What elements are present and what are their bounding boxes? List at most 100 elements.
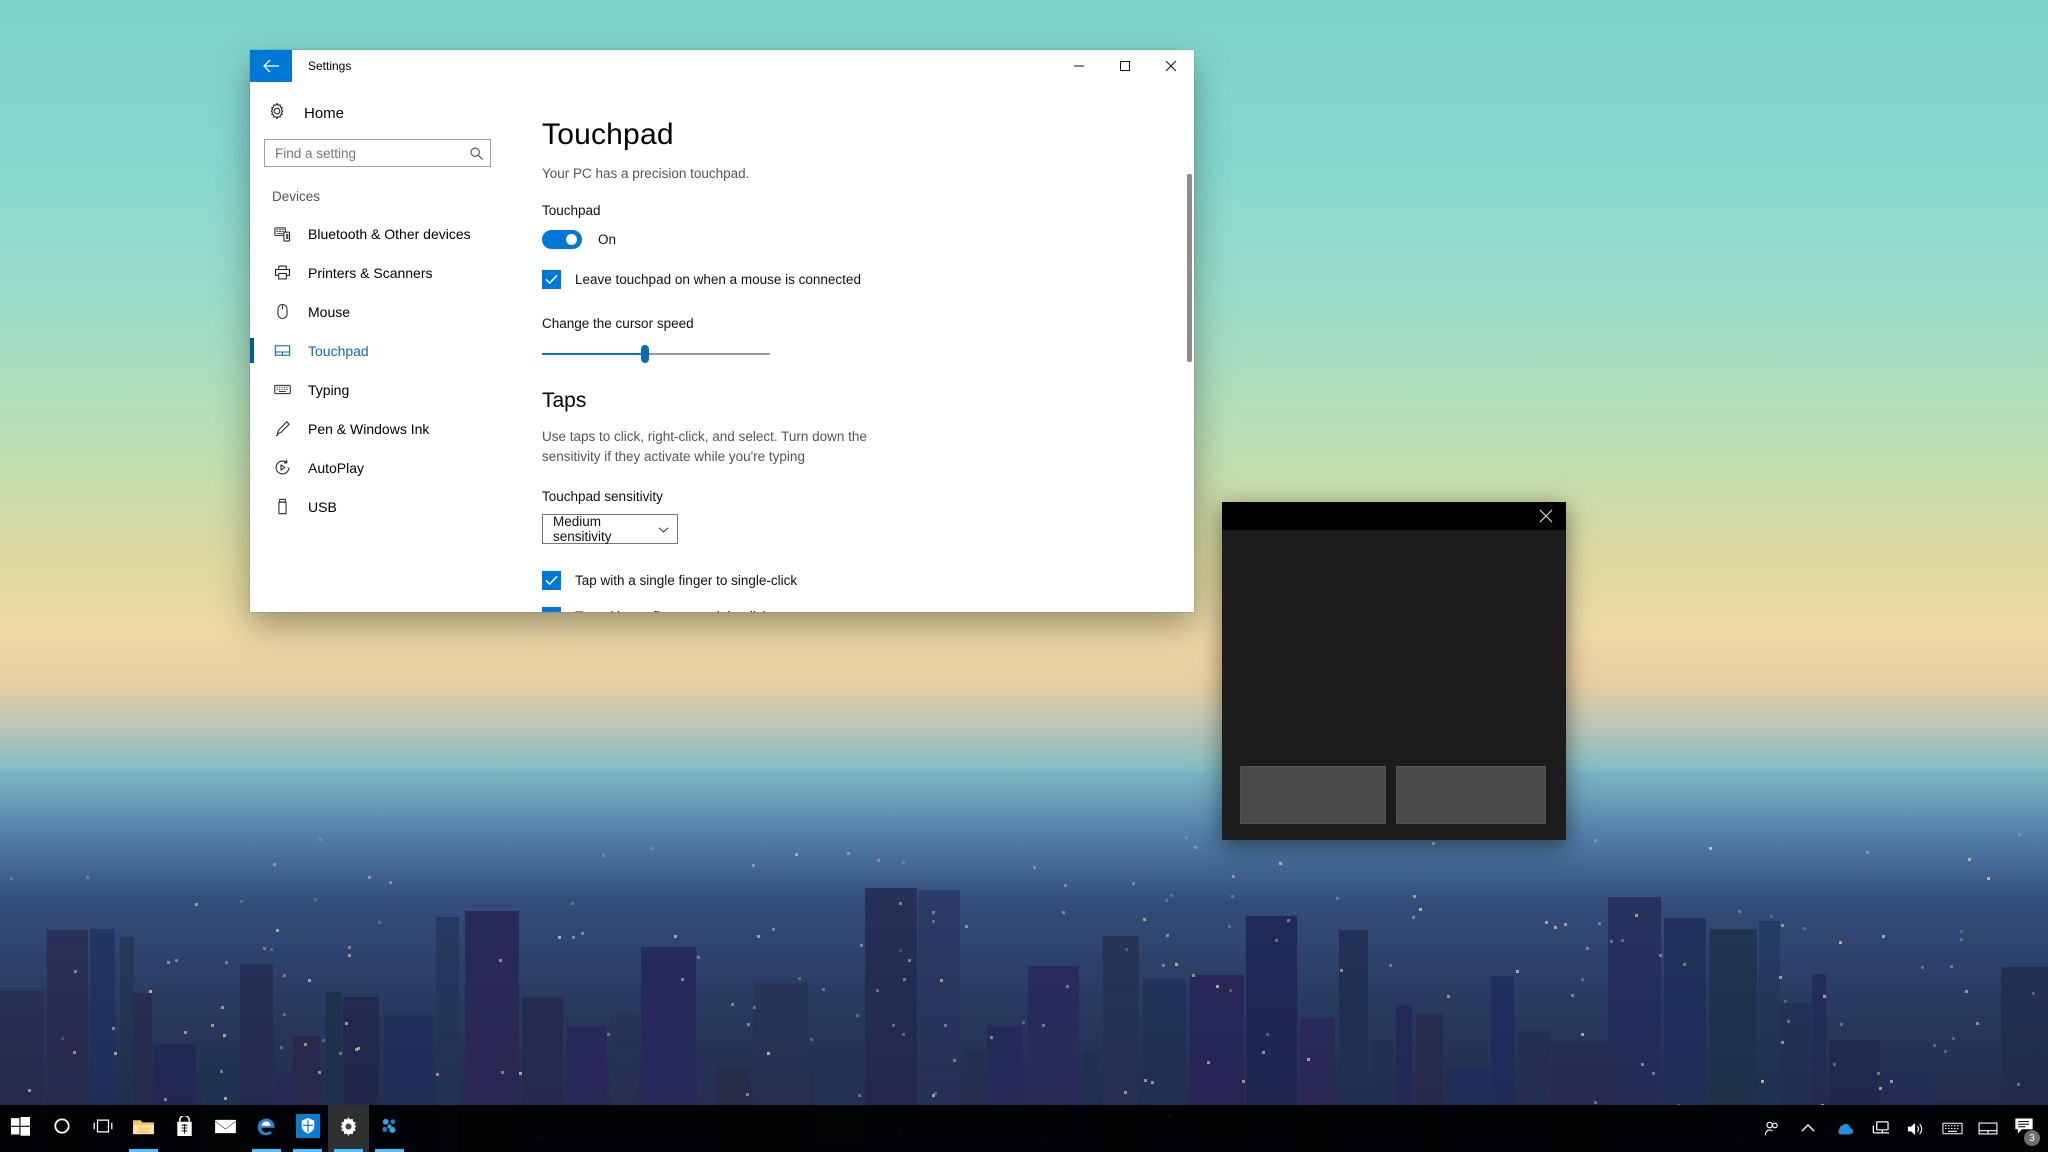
- touchpad-tray-icon[interactable]: [1970, 1105, 2006, 1152]
- store-bag-icon: [175, 1116, 194, 1142]
- task-view-button[interactable]: [82, 1105, 123, 1152]
- app-taskbar-button[interactable]: [369, 1105, 410, 1152]
- content-scrollbar[interactable]: [1187, 128, 1192, 612]
- overlay-left-button[interactable]: [1240, 766, 1386, 824]
- sidebar-item-label: Touchpad: [308, 343, 369, 359]
- mail-button[interactable]: [205, 1105, 246, 1152]
- toggle-knob: [566, 234, 577, 245]
- overlay-body: [1222, 530, 1566, 840]
- bluetooth-devices-icon: [272, 225, 292, 242]
- tap-single-finger-checkbox-row[interactable]: Tap with a single finger to single-click: [542, 571, 1194, 590]
- checkbox-label: Tap with a single finger to single-click: [575, 573, 797, 588]
- taps-section-description: Use taps to click, right-click, and sele…: [542, 427, 908, 466]
- page-title: Touchpad: [542, 118, 1194, 152]
- autoplay-icon: [272, 459, 292, 476]
- app-tile-icon: [379, 1116, 400, 1142]
- taskbar: 3: [0, 1105, 2048, 1152]
- tap-two-fingers-checkbox-row[interactable]: Tap with two fingers to right-click: [542, 607, 1194, 612]
- sidebar-item-home[interactable]: Home: [250, 96, 511, 131]
- slider-fill: [542, 353, 645, 355]
- mouse-icon: [272, 303, 292, 320]
- search-icon: [469, 146, 484, 161]
- action-center-button[interactable]: 3: [2006, 1105, 2042, 1152]
- people-tray-icon[interactable]: [1754, 1105, 1790, 1152]
- volume-tray-icon[interactable]: [1898, 1105, 1934, 1152]
- touchpad-toggle-state: On: [598, 232, 616, 247]
- sidebar-item-label: USB: [308, 499, 337, 515]
- page-subtitle: Your PC has a precision touchpad.: [542, 166, 1194, 181]
- cursor-speed-label: Change the cursor speed: [542, 316, 1194, 331]
- window-controls: [1056, 50, 1194, 82]
- checkbox-label: Tap with two fingers to right-click: [575, 609, 769, 612]
- task-view-icon: [92, 1118, 114, 1139]
- checkbox-checked-icon[interactable]: [542, 607, 561, 612]
- touchpad-toggle[interactable]: [542, 230, 582, 249]
- printer-icon: [272, 264, 292, 281]
- scrollbar-thumb[interactable]: [1187, 174, 1192, 362]
- envelope-icon: [214, 1118, 237, 1140]
- slider-thumb[interactable]: [641, 345, 649, 363]
- search-input[interactable]: [275, 146, 469, 161]
- sidebar-item-autoplay[interactable]: AutoPlay: [250, 448, 511, 487]
- touchpad-overlay-window: [1222, 502, 1566, 840]
- windows-defender-button[interactable]: [287, 1105, 328, 1152]
- sidebar-item-pen-windows-ink[interactable]: Pen & Windows Ink: [250, 409, 511, 448]
- touch-keyboard-tray-icon[interactable]: [1934, 1105, 1970, 1152]
- overlay-close-icon[interactable]: [1536, 506, 1556, 526]
- overlay-titlebar: [1222, 502, 1566, 530]
- sidebar-item-label: Bluetooth & Other devices: [308, 226, 471, 242]
- shield-icon: [296, 1114, 320, 1143]
- checkbox-checked-icon[interactable]: [542, 270, 561, 289]
- cortana-button[interactable]: [41, 1105, 82, 1152]
- windows-logo-icon: [11, 1117, 30, 1141]
- chevron-up-icon: [1801, 1120, 1815, 1138]
- keyboard-icon: [272, 381, 292, 398]
- settings-window: Settings Home: [250, 50, 1194, 612]
- file-explorer-button[interactable]: [123, 1105, 164, 1152]
- show-hidden-icons-button[interactable]: [1790, 1105, 1826, 1152]
- sidebar-item-label: Pen & Windows Ink: [308, 421, 429, 437]
- city-skyline-graphic: [0, 770, 2048, 1152]
- folder-icon: [132, 1117, 155, 1141]
- touchpad-icon: [272, 342, 292, 359]
- window-title: Settings: [292, 50, 351, 82]
- touchpad-sensitivity-dropdown[interactable]: Medium sensitivity: [542, 514, 678, 544]
- gear-icon: [268, 102, 286, 125]
- gear-icon: [338, 1116, 359, 1142]
- search-box[interactable]: [264, 139, 491, 167]
- onedrive-tray-icon[interactable]: [1826, 1105, 1862, 1152]
- sidebar-item-label: Mouse: [308, 304, 350, 320]
- cortana-circle-icon: [53, 1117, 71, 1140]
- settings-taskbar-button[interactable]: [328, 1105, 369, 1152]
- sidebar-item-label: AutoPlay: [308, 460, 364, 476]
- close-button[interactable]: [1148, 50, 1194, 82]
- sidebar-home-label: Home: [304, 105, 344, 122]
- edge-button[interactable]: [246, 1105, 287, 1152]
- start-button[interactable]: [0, 1105, 41, 1152]
- checkbox-label: Leave touchpad on when a mouse is connec…: [575, 272, 861, 287]
- chevron-down-icon: [658, 522, 669, 537]
- pen-icon: [272, 420, 292, 437]
- sidebar-item-bluetooth-other-devices[interactable]: Bluetooth & Other devices: [250, 214, 511, 253]
- settings-content: Touchpad Your PC has a precision touchpa…: [512, 82, 1194, 612]
- maximize-button[interactable]: [1102, 50, 1148, 82]
- minimize-button[interactable]: [1056, 50, 1102, 82]
- sidebar-item-touchpad[interactable]: Touchpad: [250, 331, 511, 370]
- leave-touchpad-on-checkbox-row[interactable]: Leave touchpad on when a mouse is connec…: [542, 270, 1194, 289]
- sidebar-group-label: Devices: [250, 167, 511, 214]
- sidebar-item-label: Typing: [308, 382, 349, 398]
- window-titlebar: Settings: [250, 50, 1194, 82]
- overlay-right-button[interactable]: [1396, 766, 1546, 824]
- microsoft-store-button[interactable]: [164, 1105, 205, 1152]
- notification-badge: 3: [2024, 1130, 2040, 1146]
- dropdown-value: Medium sensitivity: [553, 514, 658, 544]
- sidebar-item-usb[interactable]: USB: [250, 487, 511, 526]
- sidebar-item-label: Printers & Scanners: [308, 265, 433, 281]
- checkbox-checked-icon[interactable]: [542, 571, 561, 590]
- sidebar-item-printers-scanners[interactable]: Printers & Scanners: [250, 253, 511, 292]
- sidebar-item-mouse[interactable]: Mouse: [250, 292, 511, 331]
- network-tray-icon[interactable]: [1862, 1105, 1898, 1152]
- sidebar-item-typing[interactable]: Typing: [250, 370, 511, 409]
- cursor-speed-slider[interactable]: [542, 345, 770, 363]
- back-arrow-icon[interactable]: [250, 50, 292, 82]
